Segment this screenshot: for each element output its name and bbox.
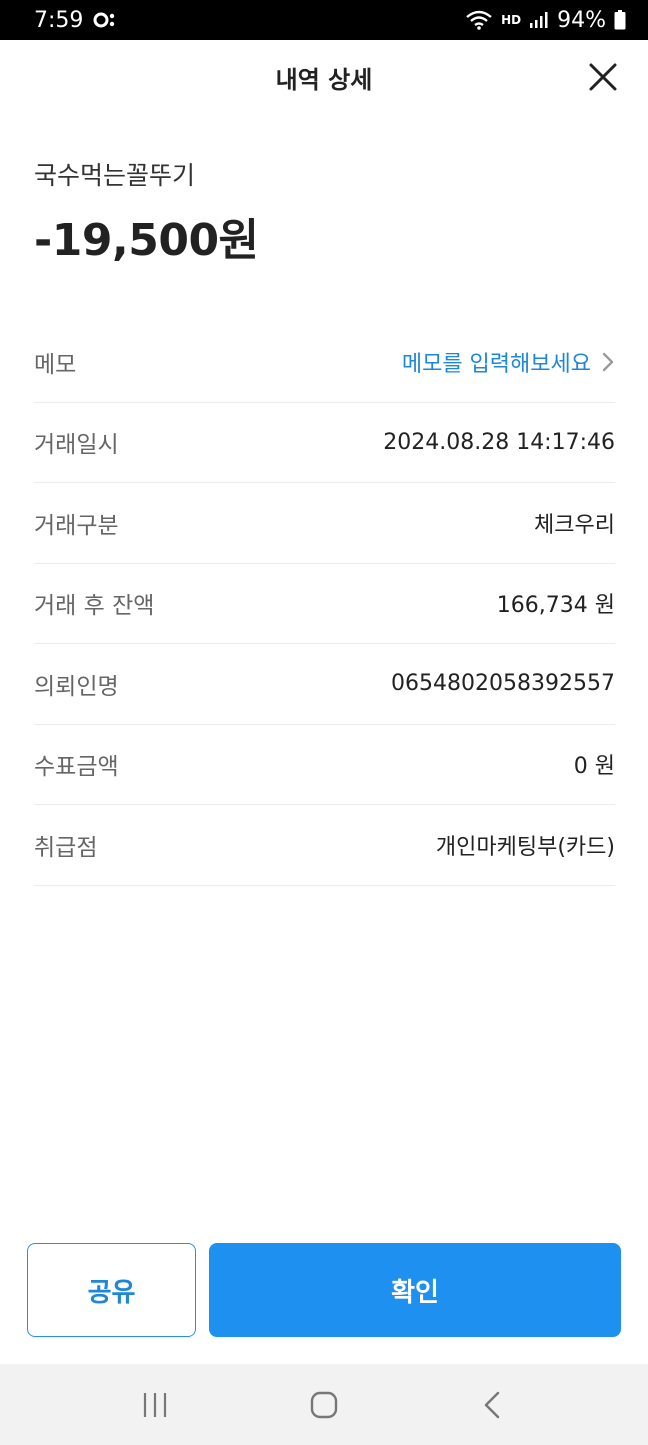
detail-value: 2024.08.28 14:17:46 — [383, 429, 615, 455]
detail-row-requester: 의뢰인명 0654802058392557 — [34, 644, 615, 725]
detail-label: 거래구분 — [34, 512, 119, 539]
detail-value: 체크우리 — [534, 512, 615, 538]
detail-label: 거래 후 잔액 — [34, 593, 155, 620]
status-time: 7:59 — [34, 7, 84, 33]
home-icon — [310, 1391, 338, 1418]
system-nav-bar — [0, 1364, 648, 1445]
back-icon — [485, 1391, 500, 1418]
recent-apps-button[interactable] — [115, 1375, 195, 1435]
detail-row-branch: 취급점 개인마케팅부(카드) — [34, 805, 615, 886]
share-button[interactable]: 공유 — [27, 1243, 196, 1337]
detail-value: 166,734 원 — [496, 593, 615, 619]
confirm-button[interactable]: 확인 — [209, 1243, 621, 1337]
memo-input-link[interactable]: 메모를 입력해보세요 — [402, 346, 615, 378]
back-button[interactable] — [453, 1375, 533, 1435]
notification-icon — [93, 11, 119, 29]
chevron-right-icon — [601, 351, 615, 373]
battery-icon — [614, 10, 626, 30]
memo-label: 메모 — [34, 351, 77, 378]
memo-row: 메모 메모를 입력해보세요 — [34, 322, 615, 403]
detail-row-balance: 거래 후 잔액 166,734 원 — [34, 564, 615, 644]
hd-voice-label: HD — [501, 13, 522, 27]
close-icon — [589, 63, 617, 91]
status-right: HD 94% — [465, 8, 626, 33]
battery-percent: 94% — [557, 7, 606, 33]
detail-label: 취급점 — [34, 834, 98, 861]
header: 내역 상세 — [0, 40, 648, 114]
detail-label: 의뢰인명 — [34, 673, 119, 700]
recent-apps-icon — [143, 1392, 166, 1417]
signal-icon — [529, 11, 549, 29]
detail-value: 개인마케팅부(카드) — [435, 834, 615, 860]
detail-list: 메모 메모를 입력해보세요 거래일시 2024.08.28 14:17:46 거… — [34, 322, 615, 886]
memo-placeholder: 메모를 입력해보세요 — [401, 351, 591, 377]
merchant-name: 국수먹는꼴뚜기 — [34, 161, 196, 190]
detail-value: 0654802058392557 — [391, 671, 615, 697]
close-button[interactable] — [588, 62, 618, 92]
detail-row-type: 거래구분 체크우리 — [34, 483, 615, 564]
status-left: 7:59 — [34, 8, 119, 33]
status-bar: 7:59 HD 94% — [0, 0, 648, 40]
detail-value: 0 원 — [573, 754, 615, 780]
page-title: 내역 상세 — [275, 66, 373, 94]
transaction-amount: -19,500원 — [34, 215, 259, 266]
detail-label: 수표금액 — [34, 754, 119, 781]
wifi-icon — [465, 9, 493, 31]
home-button[interactable] — [284, 1375, 364, 1435]
detail-row-check-amount: 수표금액 0 원 — [34, 725, 615, 805]
detail-row-datetime: 거래일시 2024.08.28 14:17:46 — [34, 403, 615, 483]
detail-label: 거래일시 — [34, 432, 119, 459]
